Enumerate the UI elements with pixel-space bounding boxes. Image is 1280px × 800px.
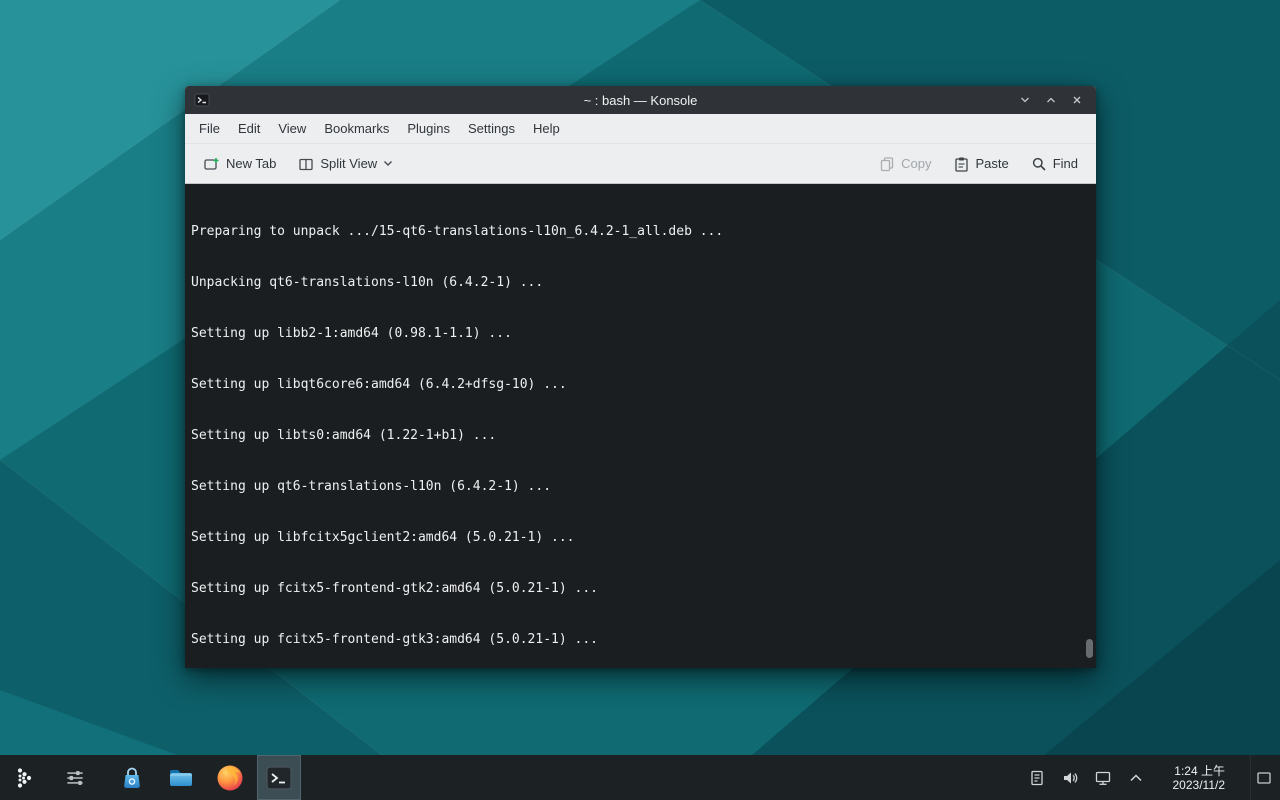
terminal-output[interactable]: Preparing to unpack .../15-qt6-translati…	[185, 184, 1096, 668]
network-display-icon	[1094, 769, 1112, 787]
tab-new-icon	[203, 156, 220, 172]
terminal-line: Setting up libqt6core6:amd64 (6.4.2+dfsg…	[191, 376, 1084, 393]
clock-date: 2023/11/2	[1173, 778, 1226, 792]
new-tab-label: New Tab	[226, 156, 276, 171]
volume-icon	[1061, 769, 1079, 787]
terminal-line: Setting up libfcitx5gclient2:amd64 (5.0.…	[191, 529, 1084, 546]
system-tray: 1:24 上午 2023/11/2	[1027, 755, 1277, 800]
titlebar[interactable]: ~ : bash — Konsole	[185, 86, 1096, 114]
digital-clock[interactable]: 1:24 上午 2023/11/2	[1159, 764, 1238, 792]
copy-icon	[879, 156, 895, 172]
copy-button[interactable]: Copy	[871, 150, 939, 178]
sliders-icon	[63, 766, 87, 790]
terminal-line: Preparing to unpack .../15-qt6-translati…	[191, 223, 1084, 240]
window-title: ~ : bash — Konsole	[185, 93, 1096, 108]
split-view-label: Split View	[320, 156, 377, 171]
new-tab-button[interactable]: New Tab	[195, 150, 284, 178]
taskbar-item-konsole[interactable]	[257, 755, 301, 800]
menu-file[interactable]: File	[190, 117, 229, 140]
volume-tray-button[interactable]	[1060, 768, 1080, 788]
find-label: Find	[1053, 156, 1078, 171]
network-display-tray-button[interactable]	[1093, 768, 1113, 788]
close-icon	[1071, 94, 1083, 106]
chevron-down-icon	[1019, 94, 1031, 106]
konsole-icon	[264, 763, 294, 793]
menu-help[interactable]: Help	[524, 117, 569, 140]
clipboard-tray-button[interactable]	[1027, 768, 1047, 788]
window-controls	[1012, 89, 1090, 111]
folder-icon	[166, 763, 196, 793]
menu-edit[interactable]: Edit	[229, 117, 269, 140]
taskbar-item-firefox[interactable]	[208, 755, 252, 800]
taskbar-item-sliders[interactable]	[53, 755, 97, 800]
show-desktop-button[interactable]	[1250, 755, 1276, 800]
scrollbar-thumb[interactable]	[1086, 639, 1093, 658]
terminal-line: Unpacking qt6-translations-l10n (6.4.2-1…	[191, 274, 1084, 291]
terminal-line: Setting up libts0:amd64 (1.22-1+b1) ...	[191, 427, 1084, 444]
find-button[interactable]: Find	[1023, 150, 1086, 178]
clipboard-icon	[1028, 769, 1046, 787]
discover-icon	[117, 763, 147, 793]
terminal-line: Setting up fcitx5-frontend-gtk3:amd64 (5…	[191, 631, 1084, 648]
maximize-button[interactable]	[1038, 89, 1064, 111]
menu-view[interactable]: View	[269, 117, 315, 140]
close-button[interactable]	[1064, 89, 1090, 111]
taskbar-item-discover[interactable]	[110, 755, 154, 800]
toolbar: New Tab Split View Copy	[185, 144, 1096, 184]
chevron-up-icon	[1045, 94, 1057, 106]
chevron-down-icon	[383, 160, 393, 167]
paste-icon	[953, 156, 969, 172]
terminal-line: Setting up qt6-translations-l10n (6.4.2-…	[191, 478, 1084, 495]
terminal-scrollbar[interactable]	[1085, 186, 1095, 666]
clock-time: 1:24 上午	[1173, 764, 1226, 778]
app-launcher-button[interactable]	[4, 755, 48, 800]
taskbar-item-file-manager[interactable]	[159, 755, 203, 800]
terminal-line: Setting up libb2-1:amd64 (0.98.1-1.1) ..…	[191, 325, 1084, 342]
konsole-app-icon	[194, 92, 210, 108]
konsole-window: ~ : bash — Konsole File Edit Vi	[185, 86, 1096, 668]
menubar: File Edit View Bookmarks Plugins Setting…	[185, 114, 1096, 144]
chevron-up-icon	[1127, 769, 1145, 787]
firefox-icon	[215, 763, 245, 793]
paste-label: Paste	[975, 156, 1008, 171]
taskbar: 1:24 上午 2023/11/2	[0, 755, 1280, 800]
search-icon	[1031, 156, 1047, 172]
split-view-button[interactable]: Split View	[290, 150, 401, 178]
menu-plugins[interactable]: Plugins	[398, 117, 459, 140]
split-view-icon	[298, 156, 314, 172]
minimize-button[interactable]	[1012, 89, 1038, 111]
copy-label: Copy	[901, 156, 931, 171]
app-launcher-icon	[14, 766, 38, 790]
show-desktop-icon	[1255, 769, 1273, 787]
menu-bookmarks[interactable]: Bookmarks	[315, 117, 398, 140]
tray-expander-button[interactable]	[1126, 768, 1146, 788]
paste-button[interactable]: Paste	[945, 150, 1016, 178]
menu-settings[interactable]: Settings	[459, 117, 524, 140]
terminal-line: Setting up fcitx5-frontend-gtk2:amd64 (5…	[191, 580, 1084, 597]
taskbar-left	[4, 755, 301, 800]
